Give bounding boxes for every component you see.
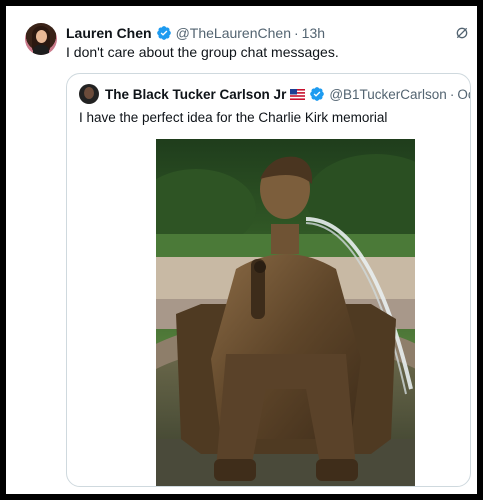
quoted-tweet-date[interactable]: Oct 19	[457, 87, 470, 102]
tweet-time[interactable]: 13h	[302, 25, 325, 41]
quoted-author-name[interactable]: The Black Tucker Carlson Jr	[105, 87, 286, 102]
screenshot-frame: Lauren Chen @TheLaurenChen · 13h I don't…	[6, 6, 477, 494]
author-handle[interactable]: @TheLaurenChen	[176, 25, 291, 41]
quoted-author-handle[interactable]: @B1TuckerCarlson	[329, 87, 447, 102]
us-flag-icon	[290, 88, 306, 100]
quoted-tweet-text: I have the perfect idea for the Charlie …	[79, 110, 388, 125]
author-name[interactable]: Lauren Chen	[66, 25, 152, 41]
sync-icon[interactable]	[454, 25, 470, 41]
quoted-tweet-header: The Black Tucker Carlson Jr @B1TuckerCar…	[105, 85, 470, 103]
separator: ·	[293, 25, 299, 41]
verified-badge-icon	[156, 26, 171, 40]
separator: ·	[449, 86, 455, 102]
verified-badge-icon	[310, 87, 325, 101]
tweet-header: Lauren Chen @TheLaurenChen · 13h	[66, 23, 325, 43]
quoted-author-avatar[interactable]	[79, 84, 99, 104]
tweet-text: I don't care about the group chat messag…	[66, 44, 339, 60]
statue-image[interactable]	[156, 139, 415, 487]
quoted-tweet[interactable]: The Black Tucker Carlson Jr @B1TuckerCar…	[66, 73, 471, 487]
author-avatar[interactable]	[25, 23, 57, 55]
tweet[interactable]: Lauren Chen @TheLaurenChen · 13h I don't…	[6, 6, 477, 494]
